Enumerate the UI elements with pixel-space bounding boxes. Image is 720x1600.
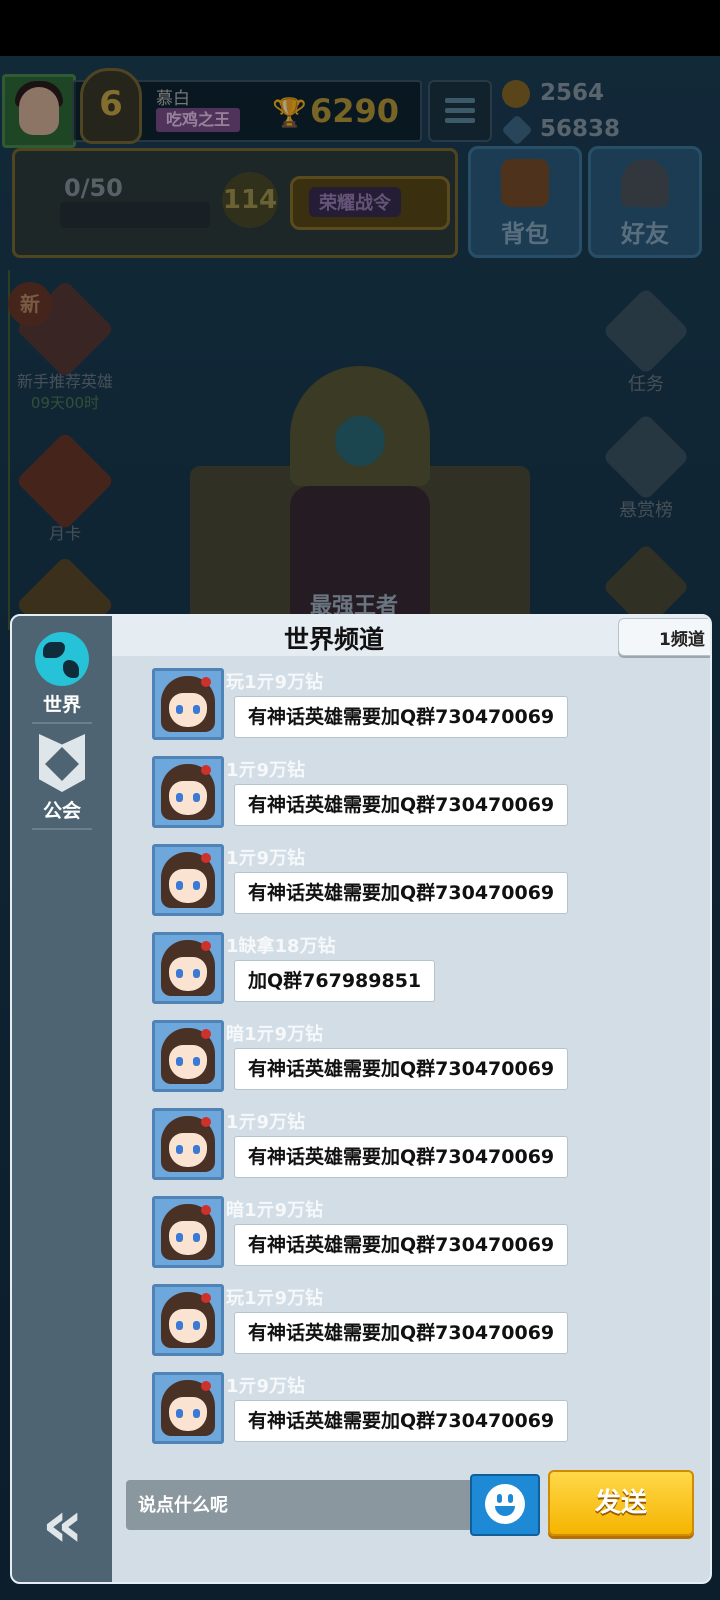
emoji-button[interactable] xyxy=(470,1474,540,1536)
message-bubble: 有神话英雄需要加Q群730470069 xyxy=(234,872,569,914)
chat-message: 玩1亓9万钻 有神话英雄需要加Q群730470069 xyxy=(152,668,592,748)
user-avatar[interactable] xyxy=(152,1196,224,1268)
chat-message: 1亓9万钻 有神话英雄需要加Q群730470069 xyxy=(152,756,592,836)
message-bubble: 加Q群767989851 xyxy=(234,960,436,1002)
message-username[interactable]: 1亓9万钻 xyxy=(226,1108,305,1134)
user-avatar[interactable] xyxy=(152,756,224,828)
chat-message: 暗1亓9万钻 有神话英雄需要加Q群730470069 xyxy=(152,1020,592,1100)
message-bubble: 有神话英雄需要加Q群730470069 xyxy=(234,1048,569,1090)
tab-guild-label: 公会 xyxy=(42,800,81,822)
chat-message: 1亓9万钻 有神话英雄需要加Q群730470069 xyxy=(152,844,592,924)
message-bubble: 有神话英雄需要加Q群730470069 xyxy=(234,1312,569,1354)
message-username[interactable]: 玩1亓9万钻 xyxy=(226,668,323,694)
chat-panel: 世界 公会 « 世界频道 1频道 ⌄⌄ 玩1亓9万钻有神话英雄需要加Q群7304… xyxy=(10,614,712,1584)
channel-selector[interactable]: 1频道 ⌄⌄ xyxy=(618,618,710,656)
chat-input-row: 发送 xyxy=(112,1466,710,1582)
message-bubble: 有神话英雄需要加Q群730470069 xyxy=(234,1224,569,1266)
chat-input[interactable] xyxy=(126,1480,484,1530)
guild-shield-icon xyxy=(39,734,85,792)
chat-message: 1亓9万钻 有神话英雄需要加Q群730470069 xyxy=(152,1108,592,1188)
tab-divider xyxy=(32,828,92,830)
collapse-chat-button[interactable]: « xyxy=(42,1493,83,1557)
smiley-icon xyxy=(485,1484,525,1524)
message-bubble: 有神话英雄需要加Q群730470069 xyxy=(234,784,569,826)
user-avatar[interactable] xyxy=(152,668,224,740)
user-avatar[interactable] xyxy=(152,1372,224,1444)
message-username[interactable]: 1亓9万钻 xyxy=(226,1372,305,1398)
message-bubble: 有神话英雄需要加Q群730470069 xyxy=(234,696,569,738)
chat-message: 暗1亓9万钻 有神话英雄需要加Q群730470069 xyxy=(152,1196,592,1276)
user-avatar[interactable] xyxy=(152,1108,224,1180)
user-avatar[interactable] xyxy=(152,1020,224,1092)
user-avatar[interactable] xyxy=(152,1284,224,1356)
tab-world-label: 世界 xyxy=(42,694,81,716)
message-bubble: 有神话英雄需要加Q群730470069 xyxy=(234,1136,569,1178)
message-username[interactable]: 1亓9万钻 xyxy=(226,844,305,870)
chat-message: 1亓9万钻 有神话英雄需要加Q群730470069 xyxy=(152,1372,592,1452)
tab-world[interactable]: 世界 xyxy=(12,632,112,717)
status-bar xyxy=(0,0,720,56)
chat-message: 玩1亓9万钻 有神话英雄需要加Q群730470069 xyxy=(152,1284,592,1364)
message-username[interactable]: 1缺拿18万钻 xyxy=(226,932,336,958)
tab-guild[interactable]: 公会 xyxy=(12,734,112,823)
message-username[interactable]: 1亓9万钻 xyxy=(226,756,305,782)
chat-title: 世界频道 xyxy=(284,625,385,654)
globe-icon xyxy=(35,632,89,686)
user-avatar[interactable] xyxy=(152,932,224,1004)
message-bubble: 有神话英雄需要加Q群730470069 xyxy=(234,1400,569,1442)
message-username[interactable]: 暗1亓9万钻 xyxy=(226,1020,323,1046)
chat-header: 世界频道 1频道 ⌄⌄ xyxy=(112,616,710,656)
send-button[interactable]: 发送 xyxy=(548,1470,694,1536)
tab-divider xyxy=(32,722,92,724)
chat-message: 1缺拿18万钻 加Q群767989851 xyxy=(152,932,592,1012)
message-username[interactable]: 玩1亓9万钻 xyxy=(226,1284,323,1310)
channel-value: 1频道 xyxy=(659,630,705,650)
user-avatar[interactable] xyxy=(152,844,224,916)
chat-sidebar: 世界 公会 « xyxy=(12,616,112,1582)
message-username[interactable]: 暗1亓9万钻 xyxy=(226,1196,323,1222)
